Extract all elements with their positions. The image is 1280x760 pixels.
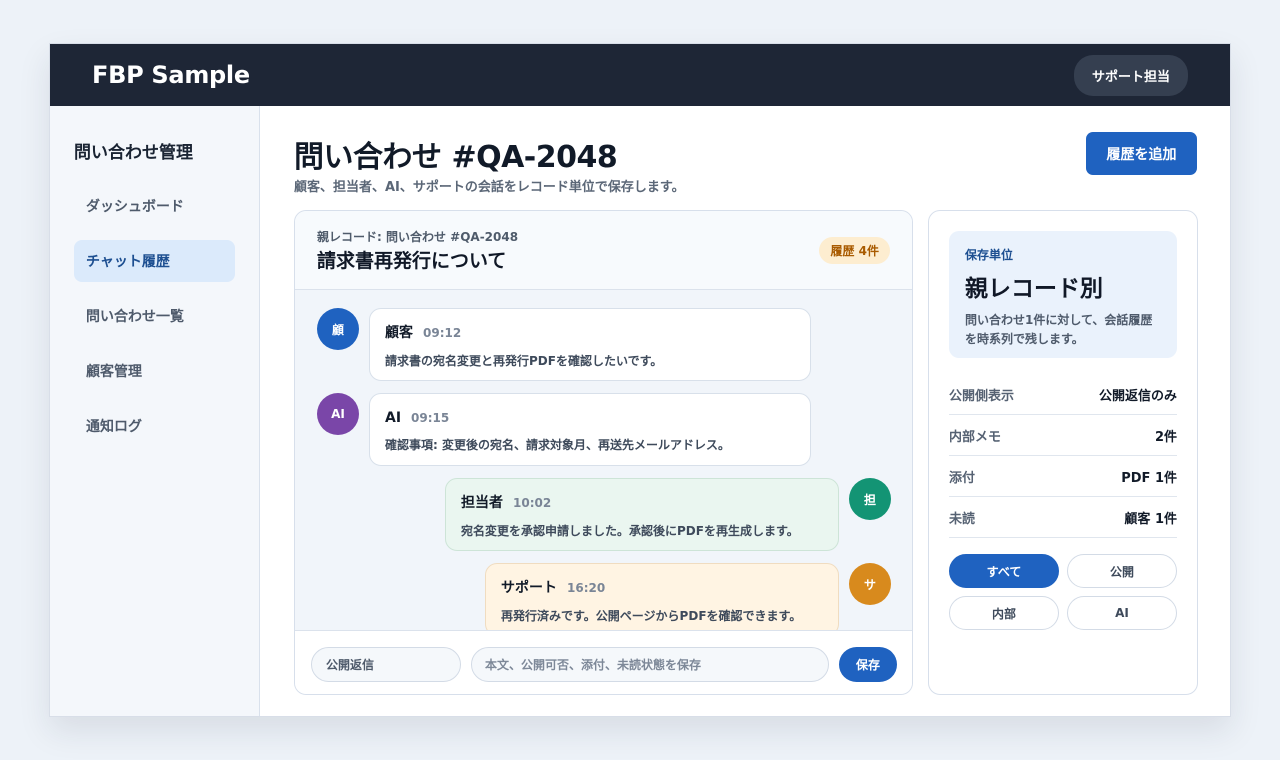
composer: 公開返信 保存 xyxy=(295,630,912,694)
app-window: FBP Sample サポート担当 問い合わせ管理 ダッシュボード チャット履歴… xyxy=(49,43,1231,717)
history-count-badge: 履歴 4件 xyxy=(819,237,890,264)
message-text: 請求書の宛名変更と再発行PDFを確認したいです。 xyxy=(385,354,663,368)
message-input[interactable] xyxy=(471,647,829,682)
add-history-button[interactable]: 履歴を追加 xyxy=(1086,132,1197,175)
stat-value: 顧客 1件 xyxy=(1124,511,1177,527)
filter-public[interactable]: 公開 xyxy=(1067,554,1177,588)
page-title: 問い合わせ #QA-2048 xyxy=(294,140,618,175)
main-content: 問い合わせ #QA-2048 顧客、担当者、AI、サポートの会話をレコード単位で… xyxy=(260,106,1230,716)
stat-row: 内部メモ 2件 xyxy=(949,415,1177,456)
sidebar-item-notification-log[interactable]: 通知ログ xyxy=(74,405,235,447)
message-time: 09:15 xyxy=(411,411,450,425)
unit-label: 保存単位 xyxy=(965,248,1014,262)
message-bubble: 担当者 10:02 宛名変更を承認申請しました。承認後にPDFを再生成します。 xyxy=(445,478,839,551)
sidebar-item-inquiry-list[interactable]: 問い合わせ一覧 xyxy=(74,295,235,337)
message-bubble: サポート 16:20 再発行済みです。公開ページからPDFを確認できます。 xyxy=(485,563,839,630)
avatar: 担 xyxy=(849,478,891,520)
top-bar: FBP Sample サポート担当 xyxy=(50,44,1230,106)
brand-logo: FBP Sample xyxy=(92,61,250,89)
page-subtitle: 顧客、担当者、AI、サポートの会話をレコード単位で保存します。 xyxy=(294,180,685,195)
message-text: 宛名変更を承認申請しました。承認後にPDFを再生成します。 xyxy=(461,524,799,538)
unit-desc-line: を時系列で残します。 xyxy=(965,332,1084,346)
storage-unit-box: 保存単位 親レコード別 問い合わせ1件に対して、会話履歴 を時系列で残します。 xyxy=(949,231,1177,358)
chat-panel: 親レコード: 問い合わせ #QA-2048 請求書再発行について 履歴 4件 顧… xyxy=(294,210,913,695)
chat-title: 請求書再発行について xyxy=(317,250,507,272)
message-author: AI xyxy=(385,410,402,426)
filter-ai[interactable]: AI xyxy=(1067,596,1177,630)
chat-header: 親レコード: 問い合わせ #QA-2048 請求書再発行について 履歴 4件 xyxy=(295,211,912,290)
stat-key: 公開側表示 xyxy=(949,388,1015,404)
message-time: 09:12 xyxy=(423,326,462,340)
visibility-select[interactable]: 公開返信 xyxy=(311,647,461,682)
stat-key: 内部メモ xyxy=(949,429,1002,445)
unit-desc-line: 問い合わせ1件に対して、会話履歴 xyxy=(965,313,1153,327)
stat-key: 添付 xyxy=(949,470,976,486)
filter-chips: すべて 公開 内部 AI xyxy=(949,554,1177,630)
avatar: AI xyxy=(317,393,359,435)
info-panel: 保存単位 親レコード別 問い合わせ1件に対して、会話履歴 を時系列で残します。 … xyxy=(928,210,1198,695)
sidebar: 問い合わせ管理 ダッシュボード チャット履歴 問い合わせ一覧 顧客管理 通知ログ xyxy=(50,106,260,716)
stat-value: 2件 xyxy=(1154,429,1177,445)
stats-list: 公開側表示 公開返信のみ 内部メモ 2件 添付 PDF 1件 未読 顧客 1件 xyxy=(949,374,1177,538)
sidebar-title: 問い合わせ管理 xyxy=(74,143,193,163)
parent-record-label: 親レコード: 問い合わせ #QA-2048 xyxy=(317,230,519,244)
save-button[interactable]: 保存 xyxy=(839,647,897,682)
unit-description: 問い合わせ1件に対して、会話履歴 を時系列で残します。 xyxy=(965,311,1161,349)
stat-row: 公開側表示 公開返信のみ xyxy=(949,374,1177,415)
avatar: 顧 xyxy=(317,308,359,350)
message-bubble: AI 09:15 確認事項: 変更後の宛名、請求対象月、再送先メールアドレス。 xyxy=(369,393,811,466)
message-author: サポート xyxy=(501,580,557,596)
unit-title: 親レコード別 xyxy=(965,276,1103,302)
stat-value: 公開返信のみ xyxy=(1098,388,1177,404)
message-text: 再発行済みです。公開ページからPDFを確認できます。 xyxy=(501,609,802,623)
sidebar-item-dashboard[interactable]: ダッシュボード xyxy=(74,185,235,227)
sidebar-item-customers[interactable]: 顧客管理 xyxy=(74,350,235,392)
message-time: 16:20 xyxy=(567,581,606,595)
stat-row: 添付 PDF 1件 xyxy=(949,456,1177,497)
filter-all[interactable]: すべて xyxy=(949,554,1059,588)
message-text: 確認事項: 変更後の宛名、請求対象月、再送先メールアドレス。 xyxy=(385,438,730,452)
role-badge[interactable]: サポート担当 xyxy=(1073,54,1188,96)
sidebar-item-chat-history[interactable]: チャット履歴 xyxy=(74,240,235,282)
stat-row: 未読 顧客 1件 xyxy=(949,497,1177,538)
message-list[interactable]: 顧 顧客 09:12 請求書の宛名変更と再発行PDFを確認したいです。 AI AI… xyxy=(295,290,912,630)
filter-internal[interactable]: 内部 xyxy=(949,596,1059,630)
message-bubble: 顧客 09:12 請求書の宛名変更と再発行PDFを確認したいです。 xyxy=(369,308,811,381)
message-author: 顧客 xyxy=(385,325,413,341)
message-time: 10:02 xyxy=(513,496,552,510)
stat-key: 未読 xyxy=(949,511,976,527)
message-author: 担当者 xyxy=(461,495,503,511)
stat-value: PDF 1件 xyxy=(1121,470,1177,486)
avatar: サ xyxy=(849,563,891,605)
